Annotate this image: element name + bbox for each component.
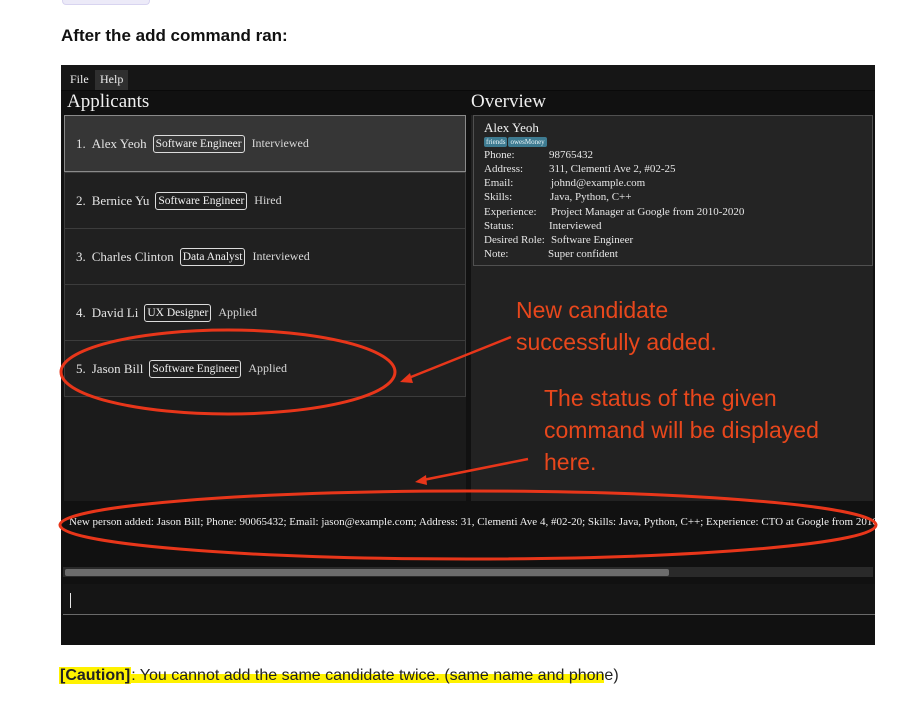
field-label: Phone: bbox=[484, 149, 515, 161]
applicant-index: 4. bbox=[76, 304, 86, 320]
role-badge: Software Engineer bbox=[152, 134, 245, 153]
field-label: Status: bbox=[484, 220, 514, 232]
field-value: Software Engineer bbox=[551, 234, 634, 246]
applicant-name: Alex Yeoh bbox=[91, 135, 147, 151]
field-value: johnd@example.com bbox=[551, 177, 646, 189]
applicant-card[interactable]: 2. Bernice Yu Software Engineer Hired bbox=[64, 172, 466, 229]
role-badge: Software Engineer bbox=[155, 191, 248, 210]
role-badge: Data Analyst bbox=[179, 247, 246, 266]
applicants-title: Applicants bbox=[67, 91, 150, 112]
applicant-name: David Li bbox=[91, 304, 139, 320]
text-caret bbox=[70, 593, 71, 608]
field-value: Java, Python, C++ bbox=[550, 191, 632, 203]
menu-file[interactable]: File bbox=[65, 70, 94, 90]
field-label: Experience: bbox=[484, 206, 537, 218]
applicant-status: Hired bbox=[254, 193, 282, 207]
annotation-line: The status of the given bbox=[544, 385, 777, 411]
annotation-status: The status of the given command will be … bbox=[544, 382, 819, 478]
applicant-name: Bernice Yu bbox=[91, 192, 150, 208]
applicant-status: Interviewed bbox=[252, 249, 310, 263]
applicant-index: 2. bbox=[76, 192, 86, 208]
applicant-index: 1. bbox=[76, 135, 86, 151]
field-value: Interviewed bbox=[549, 220, 602, 232]
applicant-card[interactable]: 4. David Li UX Designer Applied bbox=[64, 284, 466, 341]
result-display bbox=[61, 501, 875, 569]
overview-tags: friends owesMoney bbox=[484, 137, 548, 147]
applicant-index: 3. bbox=[76, 248, 86, 264]
applicant-card[interactable]: 3. Charles Clinton Data Analyst Intervie… bbox=[64, 228, 466, 285]
result-text: New person added: Jason Bill; Phone: 900… bbox=[69, 516, 875, 528]
annotation-line: here. bbox=[544, 449, 597, 475]
field-value: Project Manager at Google from 2010-2020 bbox=[551, 206, 745, 218]
annotation-line: command will be displayed bbox=[544, 417, 819, 443]
applicant-index: 5. bbox=[76, 360, 86, 376]
scrollbar-thumb[interactable] bbox=[65, 569, 669, 576]
top-tab-decoration bbox=[62, 0, 150, 5]
tag: owesMoney bbox=[508, 137, 547, 147]
applicant-status: Applied bbox=[218, 305, 257, 319]
menu-bar: File Help bbox=[61, 65, 875, 91]
applicant-card[interactable]: 1. Alex Yeoh Software Engineer Interview… bbox=[64, 115, 466, 172]
role-badge: Software Engineer bbox=[149, 359, 242, 378]
field-label: Address: bbox=[484, 163, 524, 175]
caution-label: [Caution] bbox=[59, 667, 132, 684]
applicant-name: Jason Bill bbox=[91, 360, 144, 376]
tag: friends bbox=[484, 137, 508, 147]
field-label: Desired Role: bbox=[484, 234, 545, 246]
overview-card: Alex Yeoh friends owesMoney Phone: 98765… bbox=[473, 115, 873, 266]
applicant-status: Applied bbox=[248, 361, 287, 375]
applicant-list: 1. Alex Yeoh Software Engineer Interview… bbox=[64, 115, 466, 551]
doc-heading: After the add command ran: bbox=[61, 26, 288, 45]
applicant-card[interactable]: 5. Jason Bill Software Engineer Applied bbox=[64, 340, 466, 397]
caution-text: : You cannot add the same candidate twic… bbox=[131, 667, 605, 684]
command-input[interactable] bbox=[63, 584, 875, 615]
app-window: File Help Applicants Overview 1. Alex Ye… bbox=[61, 65, 875, 645]
menu-help[interactable]: Help bbox=[95, 70, 129, 90]
field-value: 98765432 bbox=[549, 149, 593, 161]
caution-text-tail: e) bbox=[604, 667, 619, 684]
annotation-line: New candidate bbox=[516, 297, 669, 323]
overview-name: Alex Yeoh bbox=[484, 120, 539, 135]
field-label: Email: bbox=[484, 177, 514, 189]
annotation-line: successfully added. bbox=[516, 329, 717, 355]
overview-title: Overview bbox=[471, 91, 546, 112]
field-value: Super confident bbox=[548, 248, 618, 260]
applicant-name: Charles Clinton bbox=[91, 248, 174, 264]
field-label: Skills: bbox=[484, 191, 513, 203]
role-badge: UX Designer bbox=[144, 303, 212, 322]
annotation-new-candidate: New candidate successfully added. bbox=[516, 294, 717, 358]
field-value: 311, Clementi Ave 2, #02-25 bbox=[549, 163, 676, 175]
field-label: Note: bbox=[484, 248, 509, 260]
applicant-status: Interviewed bbox=[251, 136, 309, 150]
caution-note: [Caution]: You cannot add the same candi… bbox=[59, 667, 619, 685]
